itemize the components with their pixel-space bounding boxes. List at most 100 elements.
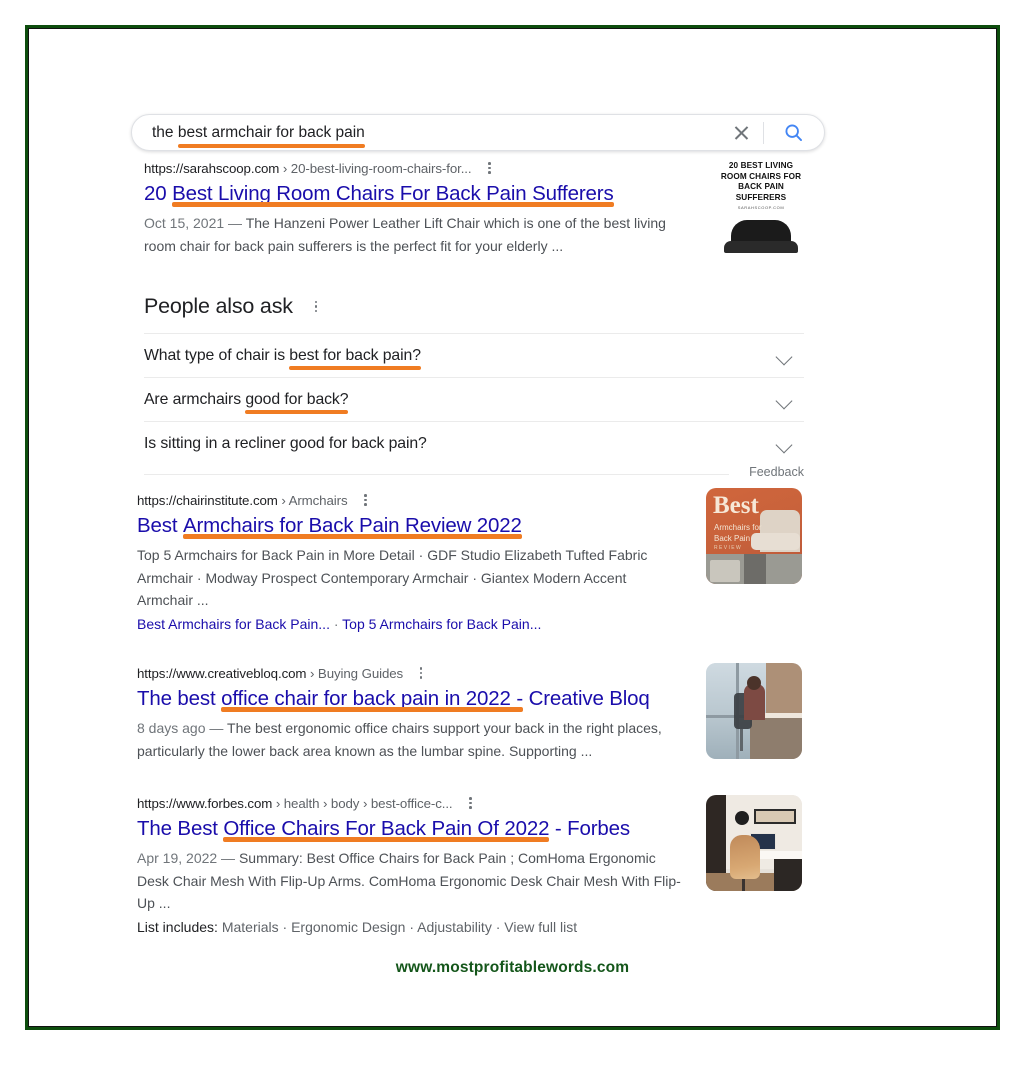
paa-divider bbox=[144, 474, 729, 475]
paa-question-3[interactable]: Is sitting in a recliner good for back p… bbox=[144, 421, 804, 465]
kebab-menu-icon[interactable] bbox=[307, 298, 325, 316]
list-includes-label: List includes: bbox=[137, 919, 222, 935]
result-title-link[interactable]: The Best Office Chairs For Back Pain Of … bbox=[137, 816, 630, 842]
thumb2-review-text: REVIEW bbox=[714, 545, 742, 551]
thumb2-best-text: Best bbox=[713, 493, 759, 519]
result-title-prefix: Best bbox=[137, 514, 183, 537]
result-title-suffix: Creative Bloq bbox=[523, 687, 650, 710]
paa-q2-prefix: Are armchairs bbox=[144, 391, 245, 408]
result-snippet-date: Oct 15, 2021 — bbox=[144, 215, 246, 231]
paa-question-1[interactable]: What type of chair is best for back pain… bbox=[144, 333, 804, 377]
close-icon[interactable] bbox=[729, 120, 755, 146]
feedback-link[interactable]: Feedback bbox=[749, 465, 804, 479]
thumb4-clock-graphic bbox=[735, 811, 749, 825]
chevron-down-icon[interactable] bbox=[776, 393, 793, 410]
result-thumbnail-3[interactable] bbox=[706, 663, 802, 759]
thumb4-cabinet-graphic bbox=[774, 857, 802, 891]
result-title-prefix: 20 bbox=[144, 182, 172, 205]
result-title-highlight: Office Chairs For Back Pain Of 2022 bbox=[223, 816, 549, 842]
result-url-path: › 20-best-living-room-chairs-for... bbox=[279, 161, 471, 176]
search-icon[interactable] bbox=[776, 119, 810, 147]
result-url-row: https://sarahscoop.com › 20-best-living-… bbox=[144, 159, 704, 177]
list-includes-items[interactable]: Materials · Ergonomic Design · Adjustabi… bbox=[222, 919, 577, 935]
result-url-row: https://www.creativebloq.com › Buying Gu… bbox=[137, 664, 682, 682]
paa-heading-row: People also ask bbox=[144, 294, 804, 319]
result-thumbnail-1[interactable]: 20 BEST LIVING ROOM CHAIRS FOR BACK PAIN… bbox=[715, 155, 807, 253]
result-title-suffix: - Forbes bbox=[549, 817, 630, 840]
paa-footer: Feedback bbox=[144, 465, 804, 491]
result-snippet-date: Apr 19, 2022 — bbox=[137, 850, 239, 866]
result-url-domain: https://chairinstitute.com bbox=[137, 493, 278, 508]
thumb2-floor-graphic bbox=[706, 554, 802, 584]
result-url[interactable]: https://www.forbes.com › health › body ›… bbox=[137, 796, 453, 811]
paa-question-text: Is sitting in a recliner good for back p… bbox=[144, 435, 427, 453]
result-url[interactable]: https://www.creativebloq.com › Buying Gu… bbox=[137, 666, 403, 681]
chevron-down-icon[interactable] bbox=[776, 349, 793, 366]
kebab-menu-icon[interactable] bbox=[462, 794, 480, 812]
result-url[interactable]: https://sarahscoop.com › 20-best-living-… bbox=[144, 161, 472, 176]
search-result-1: https://sarahscoop.com › 20-best-living-… bbox=[144, 159, 704, 257]
result-title-prefix: The best bbox=[137, 687, 221, 710]
paa-q3-prefix: Is sitting in a recliner good for back p… bbox=[144, 435, 427, 452]
paa-question-2[interactable]: Are armchairs good for back? bbox=[144, 377, 804, 421]
result-snippet-text: Top 5 Armchairs for Back Pain in More De… bbox=[137, 547, 647, 608]
thumb1-source: SARAHSCOOP.COM bbox=[715, 205, 807, 210]
search-result-4: https://www.forbes.com › health › body ›… bbox=[137, 794, 682, 938]
result-url-row: https://chairinstitute.com › Armchairs bbox=[137, 491, 682, 509]
search-divider bbox=[763, 122, 764, 144]
search-result-3: https://www.creativebloq.com › Buying Gu… bbox=[137, 664, 682, 762]
result-url-path: › Armchairs bbox=[278, 493, 348, 508]
thumb1-line2: ROOM CHAIRS FOR bbox=[715, 172, 807, 183]
result-snippet: Oct 15, 2021 — The Hanzeni Power Leather… bbox=[144, 212, 684, 257]
thumb1-line3: BACK PAIN bbox=[715, 182, 807, 193]
result-url-domain: https://www.creativebloq.com bbox=[137, 666, 306, 681]
result-title-highlight: Armchairs for Back Pain Review 2022 bbox=[183, 513, 522, 539]
paa-heading: People also ask bbox=[144, 294, 293, 319]
thumb2-sub1: Armchairs for bbox=[714, 523, 762, 532]
result-title-link[interactable]: The best office chair for back pain in 2… bbox=[137, 686, 650, 712]
thumb3-head-graphic bbox=[747, 676, 761, 690]
search-box[interactable]: the best armchair for back pain bbox=[131, 114, 825, 151]
result-url-row: https://www.forbes.com › health › body ›… bbox=[137, 794, 682, 812]
search-input[interactable]: the best armchair for back pain bbox=[132, 123, 729, 143]
result-url[interactable]: https://chairinstitute.com › Armchairs bbox=[137, 493, 348, 508]
thumb1-line4: SUFFERERS bbox=[715, 193, 807, 204]
sitelink-1[interactable]: Best Armchairs for Back Pain... bbox=[137, 616, 330, 632]
recliner-chair-graphic bbox=[731, 220, 791, 253]
result-thumbnail-2[interactable]: Best Armchairs for Back Pain REVIEW bbox=[706, 488, 802, 584]
search-query-prefix: the bbox=[152, 124, 178, 141]
result-sitelinks: Best Armchairs for Back Pain... · Top 5 … bbox=[137, 613, 682, 635]
thumb2-subtitle: Armchairs for Back Pain bbox=[714, 522, 762, 544]
chevron-down-icon[interactable] bbox=[776, 437, 793, 454]
result-url-domain: https://www.forbes.com bbox=[137, 796, 272, 811]
kebab-menu-icon[interactable] bbox=[357, 491, 375, 509]
thumb4-leather-chair-graphic bbox=[730, 835, 760, 879]
kebab-menu-icon[interactable] bbox=[412, 664, 430, 682]
result-snippet: 8 days ago — The best ergonomic office c… bbox=[137, 717, 672, 762]
result-title-link[interactable]: 20 Best Living Room Chairs For Back Pain… bbox=[144, 181, 614, 207]
site-watermark: www.mostprofitablewords.com bbox=[29, 959, 996, 977]
result-thumbnail-4[interactable] bbox=[706, 795, 802, 891]
result-list-includes: List includes: Materials · Ergonomic Des… bbox=[137, 916, 682, 938]
search-result-2: https://chairinstitute.com › Armchairs B… bbox=[137, 491, 682, 635]
kebab-menu-icon[interactable] bbox=[481, 159, 499, 177]
result-snippet: Apr 19, 2022 — Summary: Best Office Chai… bbox=[137, 847, 682, 915]
paa-q1-highlight: best for back pain? bbox=[289, 347, 421, 365]
result-title-highlight: office chair for back pain in 2022 - bbox=[221, 686, 523, 712]
search-results-page: the best armchair for back pain https://… bbox=[29, 29, 996, 1026]
result-snippet-date: 8 days ago — bbox=[137, 720, 227, 736]
sitelink-2[interactable]: Top 5 Armchairs for Back Pain... bbox=[342, 616, 541, 632]
thumb2-sofa-graphic bbox=[760, 510, 800, 552]
thumb4-shelfbox-graphic bbox=[754, 809, 796, 824]
result-title-highlight: Best Living Room Chairs For Back Pain Su… bbox=[172, 181, 613, 207]
paa-q1-prefix: What type of chair is bbox=[144, 347, 289, 364]
result-url-domain: https://sarahscoop.com bbox=[144, 161, 279, 176]
search-query-highlight: best armchair for back pain bbox=[178, 123, 365, 143]
thumb2-sub2: Back Pain bbox=[714, 534, 750, 543]
result-url-path: › Buying Guides bbox=[306, 666, 403, 681]
screenshot-page: the best armchair for back pain https://… bbox=[0, 0, 1026, 1071]
result-title-link[interactable]: Best Armchairs for Back Pain Review 2022 bbox=[137, 513, 522, 539]
paa-q2-highlight: good for back? bbox=[245, 391, 348, 409]
result-url-path: › health › body › best-office-c... bbox=[272, 796, 452, 811]
result-title-prefix: The Best bbox=[137, 817, 223, 840]
